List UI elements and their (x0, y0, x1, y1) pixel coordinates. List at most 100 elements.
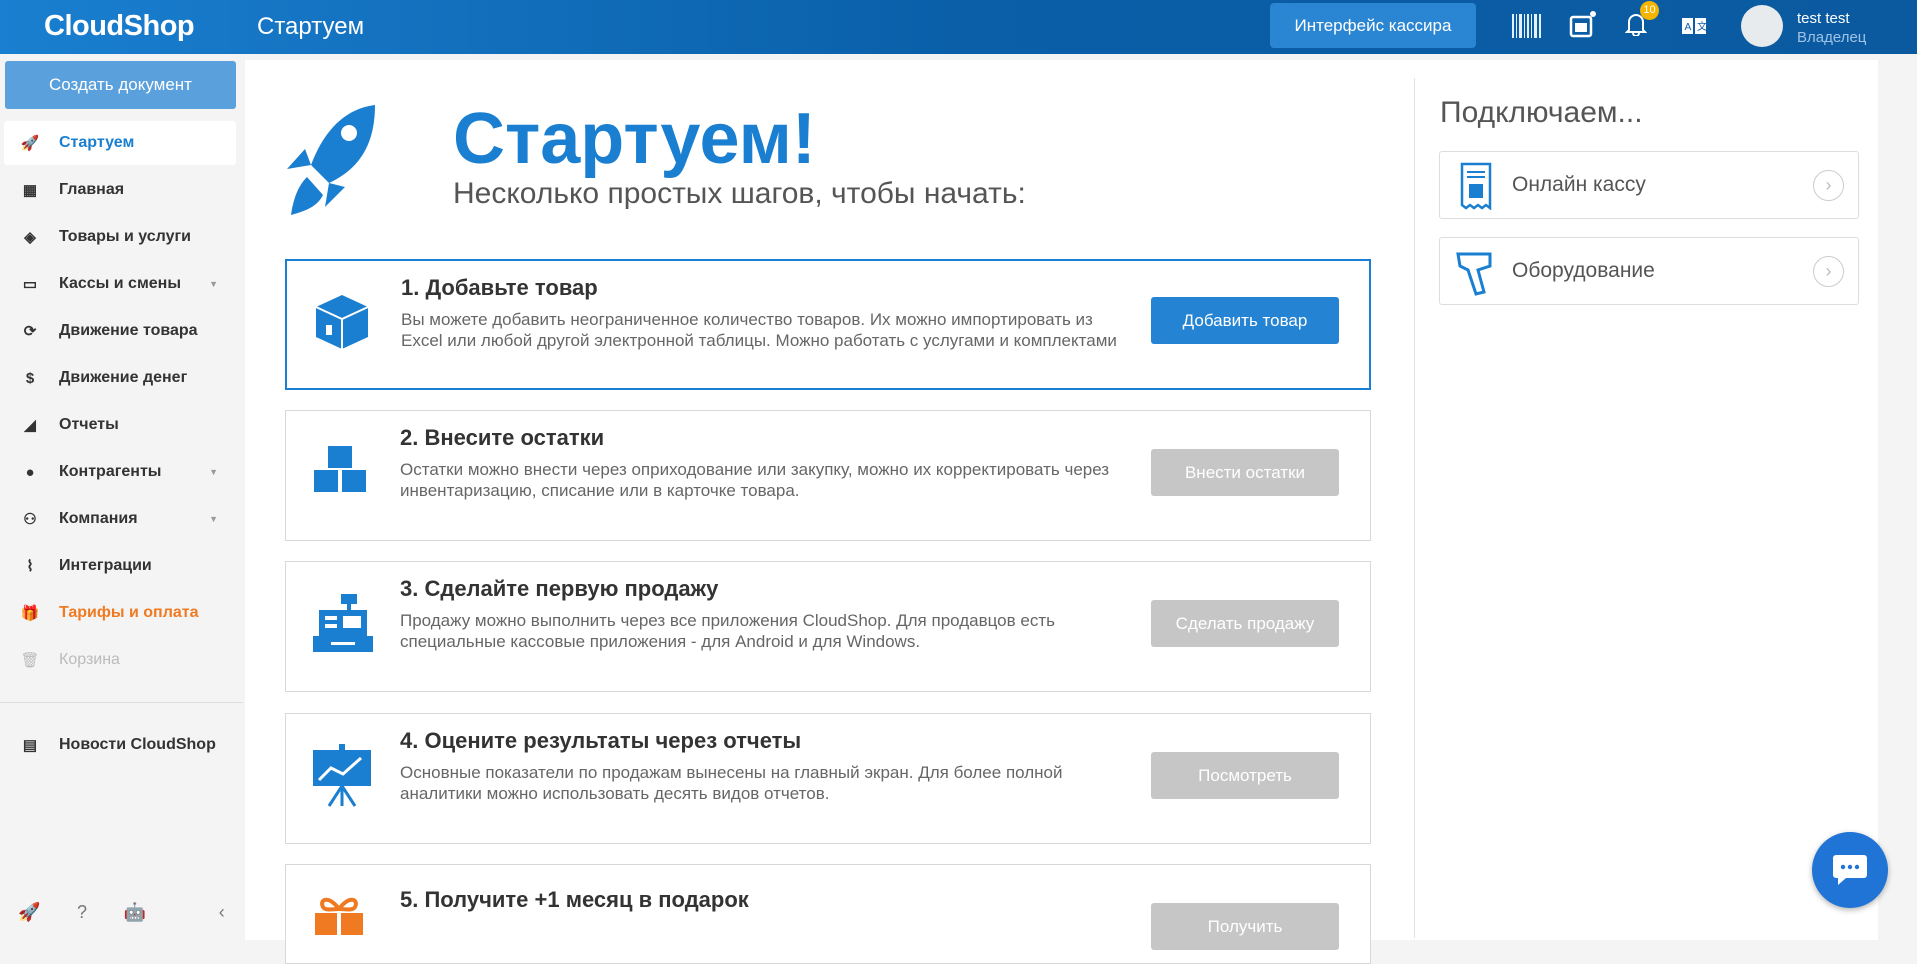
sidebar-item-label: Корзина (59, 651, 120, 668)
sidebar-item-integrations[interactable]: ⌇ Интеграции (4, 544, 236, 588)
sidebar-item-contractors[interactable]: ● Контрагенты ▼ (4, 450, 236, 494)
sidebar-item-label: Главная (59, 181, 125, 198)
sidebar-item-registers[interactable]: ▭ Кассы и смены ▼ (4, 262, 236, 306)
step-description: Остатки можно внести через оприходование… (400, 460, 1110, 500)
chevron-right-icon[interactable]: › (1813, 170, 1844, 201)
boxes-icon (312, 444, 368, 494)
chat-button[interactable] (1812, 832, 1888, 908)
sidebar-item-label: Товары и услуги (59, 228, 191, 245)
divider (0, 702, 243, 703)
language-icon[interactable]: A文 (1682, 18, 1706, 34)
step-title: 4. Оцените результаты через отчеты (400, 728, 802, 753)
grid-icon: ▦ (22, 182, 38, 199)
sidebar-item-label: Отчеты (59, 416, 119, 433)
chart-icon: ◢ (24, 417, 36, 434)
sidebar-item-label: Контрагенты (59, 463, 162, 480)
step-title: 3. Сделайте первую продажу (400, 576, 719, 601)
step-description: Основные показатели по продажам вынесены… (400, 763, 1063, 803)
main-title: Стартуем! (453, 99, 816, 179)
avatar[interactable] (1741, 5, 1783, 47)
barcode-icon[interactable] (1512, 14, 1542, 38)
sidebar-item-stock-movement[interactable]: ⟳ Движение товара (4, 309, 236, 353)
step-card-stock: 2. Внесите остатки Остатки можно внести … (285, 410, 1371, 541)
cash-register-icon (313, 594, 373, 652)
view-reports-button[interactable]: Посмотреть (1151, 752, 1339, 799)
connect-online-register[interactable]: Онлайн кассу › (1439, 151, 1859, 219)
create-document-button[interactable]: Создать документ (5, 61, 236, 109)
sidebar-item-label: Компания (59, 510, 138, 527)
receipt-icon (1460, 162, 1492, 210)
user-role: Владелец (1797, 29, 1867, 46)
connect-item-label: Оборудование (1512, 259, 1655, 282)
box-icon: ◈ (24, 229, 36, 246)
caret-down-icon: ▼ (209, 279, 218, 289)
rocket-icon[interactable]: 🚀 (18, 902, 40, 923)
newspaper-icon: ▤ (22, 737, 38, 754)
sidebar-item-label: Интеграции (59, 557, 152, 574)
sidebar-item-money-movement[interactable]: $ Движение денег (4, 356, 236, 400)
sidebar-item-reports[interactable]: ◢ Отчеты (4, 403, 236, 447)
calendar-icon[interactable] (1569, 11, 1597, 39)
android-icon[interactable]: 🤖 (123, 902, 145, 923)
sidebar-item-label: Тарифы и оплата (59, 604, 199, 621)
sidebar-item-company[interactable]: ⚇ Компания ▼ (4, 497, 236, 541)
divider (1414, 78, 1415, 938)
sidebar-item-label: Стартуем (59, 134, 135, 151)
dollar-icon: $ (25, 369, 35, 387)
caret-down-icon: ▼ (209, 514, 218, 524)
step-title: 5. Получите +1 месяц в подарок (400, 887, 749, 912)
sidebar-item-products[interactable]: ◈ Товары и услуги (4, 215, 236, 259)
svg-text:A: A (1685, 22, 1692, 33)
sidebar-item-label: Кассы и смены (59, 275, 182, 292)
sidebar-item-news[interactable]: ▤ Новости CloudShop (4, 723, 236, 767)
enter-stock-button[interactable]: Внести остатки (1151, 449, 1339, 496)
help-icon[interactable]: ? (77, 902, 87, 923)
step-card-gift: 5. Получите +1 месяц в подарок Получить (285, 864, 1371, 964)
sidebar-item-tariffs[interactable]: 🎁 Тарифы и оплата (4, 591, 236, 635)
add-product-button[interactable]: Добавить товар (1151, 297, 1339, 344)
step-card-add-product: 1. Добавьте товар Вы можете добавить нео… (285, 259, 1371, 390)
trash-icon: 🗑 (20, 652, 40, 669)
step-description: Вы можете добавить неограниченное количе… (401, 310, 1117, 350)
chat-icon (1833, 855, 1867, 885)
page-title: Стартуем (257, 13, 365, 40)
rocket-icon (287, 105, 375, 215)
sidebar-item-trash[interactable]: 🗑 Корзина (4, 638, 236, 682)
logo[interactable]: CloudShop (44, 10, 195, 43)
chevron-right-icon[interactable]: › (1813, 256, 1844, 287)
inbox-icon: ▭ (22, 276, 38, 293)
svg-text:文: 文 (1697, 20, 1706, 33)
users-icon: ⚇ (23, 511, 37, 528)
step-title: 1. Добавьте товар (401, 275, 598, 300)
box-icon (315, 295, 369, 349)
presentation-chart-icon (313, 744, 371, 807)
step-description: Продажу можно выполнить через все прилож… (400, 611, 1055, 651)
sidebar-item-label: Новости CloudShop (59, 736, 216, 753)
rocket-icon: 🚀 (20, 135, 40, 152)
sidebar-item-label: Движение товара (59, 322, 198, 339)
collapse-chevron-icon[interactable]: ‹ (219, 902, 225, 923)
sidebar-item-label: Движение денег (59, 369, 188, 386)
gift-icon: 🎁 (20, 605, 40, 622)
connect-equipment[interactable]: Оборудование › (1439, 237, 1859, 305)
connect-title: Подключаем... (1440, 96, 1643, 129)
barcode-scanner-icon (1456, 252, 1492, 296)
top-header: CloudShop Стартуем Интерфейс кассира 10 … (0, 0, 1917, 54)
notification-badge: 10 (1640, 1, 1659, 20)
sidebar-footer: 🚀? 🤖 ‹ (0, 902, 243, 923)
sidebar-item-home[interactable]: ▦ Главная (4, 168, 236, 212)
gift-icon (315, 897, 363, 935)
user-icon: ● (25, 463, 35, 481)
refresh-icon: ⟳ (23, 323, 37, 340)
make-sale-button[interactable]: Сделать продажу (1151, 600, 1339, 647)
sidebar: Создать документ 🚀 Стартуем ▦ Главная ◈ Тов… (0, 54, 243, 927)
caret-down-icon: ▼ (209, 467, 218, 477)
connect-item-label: Онлайн кассу (1512, 173, 1646, 196)
cashier-interface-button[interactable]: Интерфейс кассира (1270, 3, 1476, 48)
paperclip-icon: ⌇ (26, 558, 34, 575)
step-card-reports: 4. Оцените результаты через отчеты Основ… (285, 713, 1371, 844)
step-card-first-sale: 3. Сделайте первую продажу Продажу можно… (285, 561, 1371, 692)
user-name[interactable]: test test (1797, 10, 1850, 27)
step-title: 2. Внесите остатки (400, 425, 605, 450)
sidebar-item-start[interactable]: 🚀 Стартуем (4, 121, 236, 165)
